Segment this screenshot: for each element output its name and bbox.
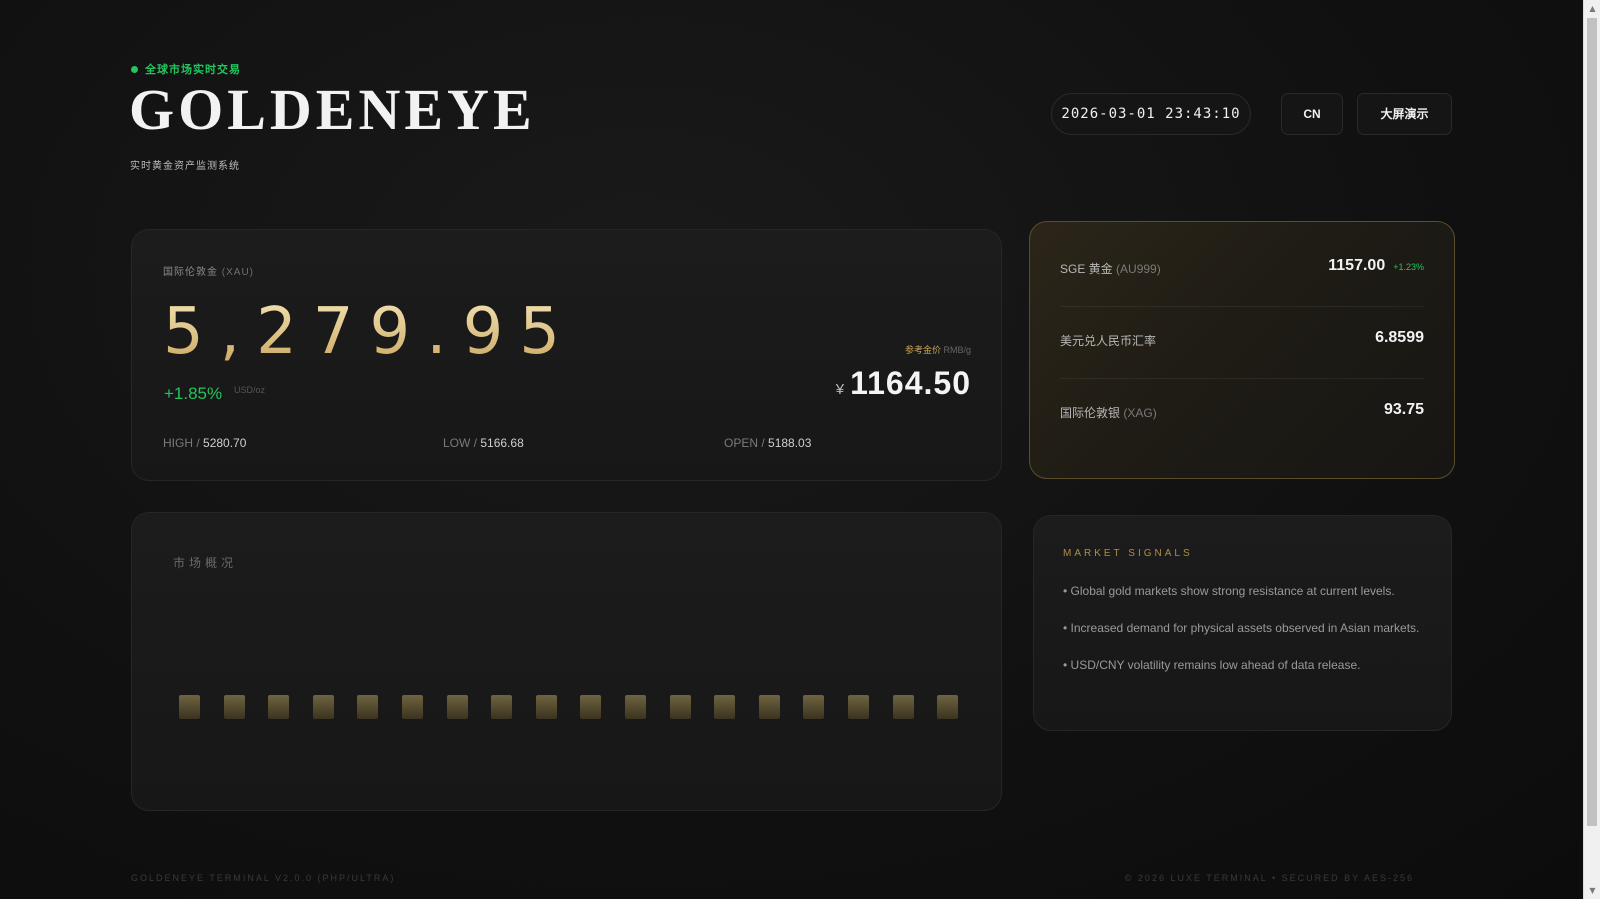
- overview-bar: [535, 695, 557, 719]
- brand-subtitle: 实时黄金资产监测系统: [130, 161, 240, 172]
- language-button[interactable]: CN: [1281, 93, 1343, 135]
- overview-bar: [937, 695, 959, 719]
- market-name-text: SGE 黄金: [1060, 262, 1113, 276]
- overview-bar: [446, 695, 468, 719]
- footer-copyright: © 2026 LUXE TERMINAL • SECURED BY AES-25…: [1124, 873, 1414, 883]
- stat-open-label: OPEN /: [724, 436, 765, 450]
- overview-bar: [580, 695, 602, 719]
- market-name-text: 国际伦敦银: [1060, 406, 1121, 420]
- fullscreen-demo-button[interactable]: 大屏演示: [1357, 93, 1452, 135]
- market-value-text: 1157.00: [1328, 257, 1386, 274]
- overview-bar: [625, 695, 646, 719]
- stat-high-value: 5280.70: [203, 436, 247, 450]
- overview-bar: [803, 695, 825, 719]
- market-row-value: 93.75: [1384, 401, 1424, 419]
- market-row-silver[interactable]: 国际伦敦银 (XAG) 93.75: [1060, 379, 1424, 451]
- overview-bar: [892, 695, 914, 719]
- signal-item: • Global gold markets show strong resist…: [1063, 584, 1395, 598]
- market-change-text: +1.23%: [1393, 262, 1424, 272]
- overview-bar: [758, 695, 780, 719]
- yen-symbol: ¥: [835, 381, 845, 398]
- overview-bar: [669, 695, 691, 719]
- gold-price-card: 国际伦敦金 (XAU) 5,279.95 +1.85% USD/oz 参考金价 …: [131, 229, 1002, 481]
- gold-price-value: 5,279.95: [163, 292, 576, 372]
- overview-bar: [848, 695, 869, 719]
- markets-summary-card: SGE 黄金 (AU999) 1157.00 +1.23% 美元兑人民币汇率 6…: [1029, 221, 1455, 479]
- stat-open: OPEN / 5188.03: [724, 436, 811, 450]
- market-row-name: 美元兑人民币汇率: [1060, 332, 1156, 349]
- gold-price-label: 国际伦敦金 (XAU): [163, 263, 254, 278]
- stat-low: LOW / 5166.68: [443, 436, 524, 450]
- market-row-usd-cny[interactable]: 美元兑人民币汇率 6.8599: [1060, 307, 1424, 379]
- page-scrollbar[interactable]: ▲ ▼: [1583, 0, 1600, 899]
- gold-price-unit: USD/oz: [234, 385, 266, 395]
- scroll-up-arrow-icon[interactable]: ▲: [1584, 0, 1600, 17]
- scrollbar-thumb[interactable]: [1587, 18, 1597, 826]
- gold-price-change: +1.85%: [164, 384, 223, 403]
- stat-high-label: HIGH /: [163, 436, 200, 450]
- stat-low-value: 5166.68: [480, 436, 524, 450]
- datetime-display: 2026-03-01 23:43:10: [1051, 93, 1251, 135]
- market-signals-card: MARKET SIGNALS • Global gold markets sho…: [1033, 515, 1452, 731]
- footer-version: GOLDENEYE TERMINAL V2.0.0 (PHP/ULTRA): [131, 873, 396, 883]
- signal-item: • Increased demand for physical assets o…: [1063, 621, 1420, 635]
- reference-price-name: 参考金价: [904, 345, 941, 355]
- stat-high: HIGH / 5280.70: [163, 436, 246, 450]
- overview-bar: [179, 695, 200, 719]
- live-dot-icon: [131, 65, 138, 73]
- market-row-value: 1157.00 +1.23%: [1328, 257, 1424, 275]
- overview-bar: [268, 695, 290, 719]
- market-overview-card: 市场概况: [131, 512, 1002, 811]
- brand-title: GOLDENEYE: [129, 77, 536, 142]
- dashboard-page: 全球市场实时交易 GOLDENEYE 实时黄金资产监测系统 2026-03-01…: [0, 0, 1583, 899]
- scroll-down-arrow-icon[interactable]: ▼: [1584, 882, 1600, 899]
- overview-bar: [312, 695, 334, 719]
- market-row-sge-gold[interactable]: SGE 黄金 (AU999) 1157.00 +1.23%: [1060, 235, 1424, 307]
- gold-price-name: 国际伦敦金: [163, 267, 218, 278]
- gold-price-code: (XAU): [221, 267, 255, 278]
- overview-bar: [223, 695, 245, 719]
- signal-item: • USD/CNY volatility remains low ahead o…: [1063, 658, 1361, 672]
- stat-low-label: LOW /: [443, 436, 478, 450]
- overview-bar: [714, 695, 736, 719]
- reference-price-value: 1164.50: [850, 365, 971, 401]
- market-name-text: 美元兑人民币汇率: [1060, 334, 1157, 348]
- market-signals-title: MARKET SIGNALS: [1063, 548, 1193, 559]
- market-overview-bars: [132, 513, 1003, 812]
- market-row-value: 6.8599: [1375, 329, 1424, 347]
- market-value-text: 93.75: [1383, 401, 1424, 418]
- live-status-text: 全球市场实时交易: [145, 64, 241, 76]
- market-signals-list: • Global gold markets show strong resist…: [1063, 579, 1423, 690]
- reference-price-unit: RMB/g: [943, 345, 971, 355]
- market-code-text: (AU999): [1116, 262, 1161, 276]
- overview-bar: [357, 695, 379, 719]
- live-status-tag: 全球市场实时交易: [131, 61, 241, 77]
- reference-price-label: 参考金价 RMB/g: [905, 343, 971, 356]
- overview-bar: [491, 695, 513, 719]
- reference-price: ¥ 1164.50: [836, 365, 971, 402]
- market-row-name: SGE 黄金 (AU999): [1060, 260, 1161, 277]
- market-value-text: 6.8599: [1375, 329, 1424, 346]
- overview-bar: [402, 695, 423, 719]
- market-row-name: 国际伦敦银 (XAG): [1060, 404, 1157, 421]
- stat-open-value: 5188.03: [768, 436, 812, 450]
- market-code-text: (XAG): [1123, 406, 1157, 420]
